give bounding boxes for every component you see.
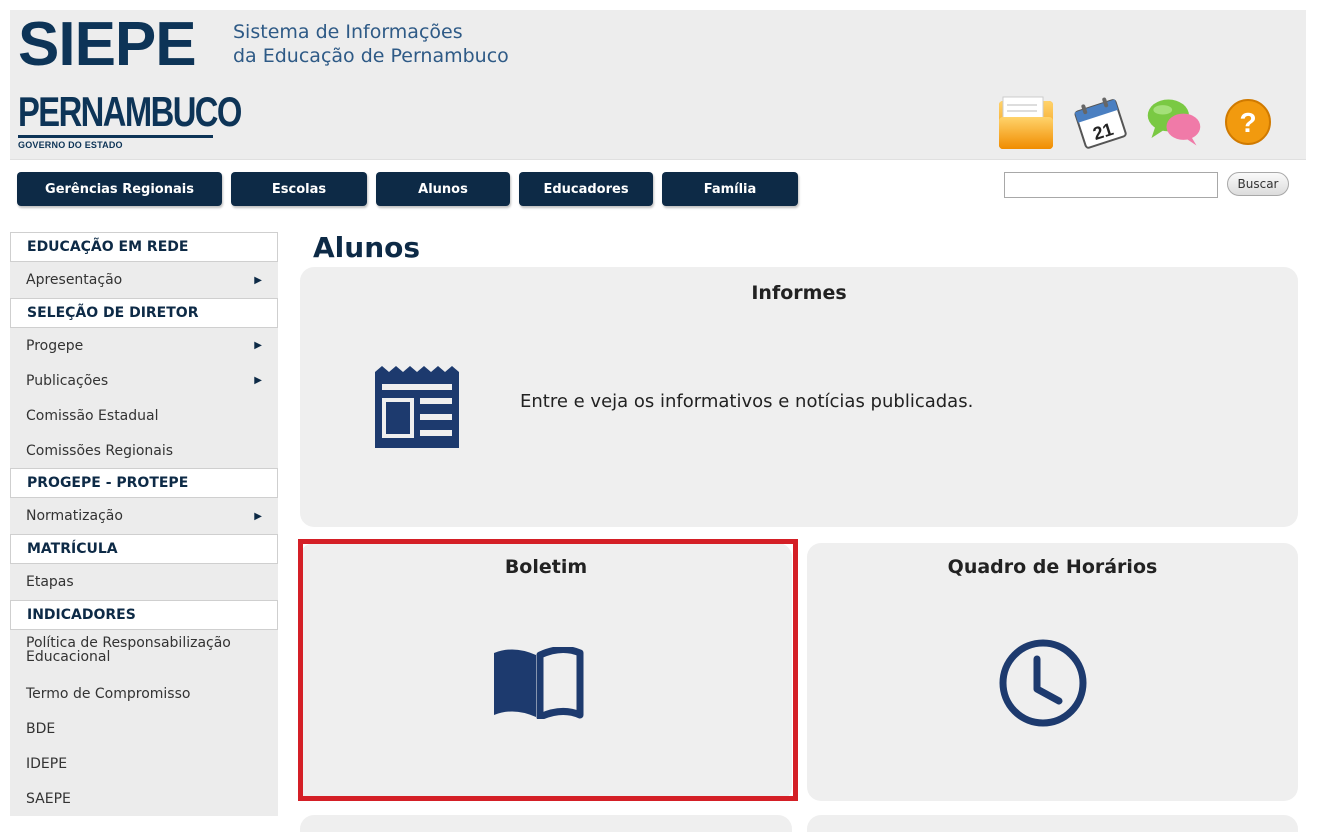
sidebar-item-bde[interactable]: BDE xyxy=(10,711,278,746)
card-boletim[interactable]: Boletim xyxy=(300,543,792,801)
folder-icon[interactable] xyxy=(996,92,1056,152)
sidebar-item-label: Progepe xyxy=(26,337,84,354)
sidebar-item-label: Apresentação xyxy=(26,272,123,288)
subtitle-line-1: Sistema de Informações xyxy=(233,21,463,43)
sidebar-item-label: Comissões Regionais xyxy=(26,442,174,459)
nav-gerencias-regionais[interactable]: Gerências Regionais xyxy=(17,172,222,206)
nav-escolas[interactable]: Escolas xyxy=(231,172,367,206)
sidebar-item-label: BDE xyxy=(26,720,56,737)
arrow-right-icon: ▶ xyxy=(254,510,262,522)
sidebar-item-label: SAEPE xyxy=(26,790,71,807)
arrow-right-icon: ▶ xyxy=(254,375,262,386)
sidebar-section-selecao-de-diretor: SELEÇÃO DE DIRETOR xyxy=(10,298,278,328)
search-button[interactable]: Buscar xyxy=(1227,172,1289,196)
card-description: Entre e veja os informativos e notícias … xyxy=(520,391,974,412)
help-icon[interactable]: ? xyxy=(1218,92,1278,152)
sidebar: EDUCAÇÃO EM REDE Apresentação ▶ SELEÇÃO … xyxy=(10,232,278,816)
book-icon xyxy=(492,646,584,723)
sidebar-section-educacao-em-rede: EDUCAÇÃO EM REDE xyxy=(10,232,278,262)
chat-icon[interactable] xyxy=(1144,92,1204,152)
sidebar-item-comissoes-regionais[interactable]: Comissões Regionais xyxy=(10,433,278,468)
logo-underline xyxy=(18,135,213,138)
siepe-logo[interactable]: SIEPE xyxy=(18,10,197,80)
subtitle-line-2: da Educação de Pernambuco xyxy=(233,45,509,67)
calendar-icon[interactable]: 21 xyxy=(1070,92,1130,152)
nav-educadores[interactable]: Educadores xyxy=(519,172,653,206)
sidebar-item-apresentacao[interactable]: Apresentação ▶ xyxy=(10,262,278,298)
sidebar-item-label: Normatização xyxy=(26,508,123,524)
pernambuco-name: PERNAMBUCO xyxy=(18,88,242,135)
sidebar-item-label: Etapas xyxy=(26,574,74,590)
sidebar-item-progepe[interactable]: Progepe ▶ xyxy=(10,328,278,363)
sidebar-item-idepe[interactable]: IDEPE xyxy=(10,746,278,781)
card-title: Quadro de Horários xyxy=(947,556,1158,578)
site-header: SIEPE Sistema de Informações da Educação… xyxy=(10,10,1306,160)
sidebar-item-label: Termo de Compromisso xyxy=(26,685,191,702)
siepe-subtitle: Sistema de Informações da Educação de Pe… xyxy=(233,20,509,68)
card-next-right[interactable] xyxy=(807,815,1298,832)
sidebar-section-progepe-protepe: PROGEPE - PROTEPE xyxy=(10,468,278,498)
sidebar-item-label: Publicações xyxy=(26,372,109,389)
nav-familia[interactable]: Família xyxy=(662,172,798,206)
card-next-left[interactable] xyxy=(300,815,792,832)
header-icons: 21 ? xyxy=(996,92,1278,152)
card-quadro-de-horarios[interactable]: Quadro de Horários xyxy=(807,543,1298,801)
sidebar-item-publicacoes[interactable]: Publicações ▶ xyxy=(10,363,278,398)
search-input[interactable] xyxy=(1004,172,1218,198)
sidebar-item-politica-responsabilizacao[interactable]: Política de Responsabilização Educaciona… xyxy=(10,630,278,676)
arrow-right-icon: ▶ xyxy=(254,274,262,286)
clock-icon xyxy=(997,637,1089,733)
governo-label: GOVERNO DO ESTADO xyxy=(18,140,123,150)
arrow-right-icon: ▶ xyxy=(254,340,262,351)
sidebar-section-matricula: MATRÍCULA xyxy=(10,534,278,564)
sidebar-item-label: Comissão Estadual xyxy=(26,407,159,424)
pernambuco-logo[interactable]: PERNAMBUCO GOVERNO DO ESTADO xyxy=(18,88,242,150)
sidebar-item-etapas[interactable]: Etapas xyxy=(10,564,278,600)
card-informes[interactable]: Informes Entre e veja os informativos e … xyxy=(300,267,1298,527)
sidebar-section-indicadores: INDICADORES xyxy=(10,600,278,630)
page-title: Alunos xyxy=(313,231,421,264)
newspaper-icon xyxy=(372,364,462,456)
sidebar-item-normatizacao[interactable]: Normatização ▶ xyxy=(10,498,278,534)
sidebar-item-label: Política de Responsabilização Educaciona… xyxy=(26,635,231,665)
card-title: Informes xyxy=(751,282,847,304)
sidebar-item-termo-de-compromisso[interactable]: Termo de Compromisso xyxy=(10,676,278,711)
svg-text:?: ? xyxy=(1239,107,1256,138)
sidebar-item-comissao-estadual[interactable]: Comissão Estadual xyxy=(10,398,278,433)
sidebar-item-label: IDEPE xyxy=(26,755,68,772)
nav-alunos[interactable]: Alunos xyxy=(376,172,510,206)
card-title: Boletim xyxy=(504,556,588,578)
main-nav: Gerências Regionais Escolas Alunos Educa… xyxy=(17,172,798,206)
sidebar-item-saepe[interactable]: SAEPE xyxy=(10,781,278,816)
